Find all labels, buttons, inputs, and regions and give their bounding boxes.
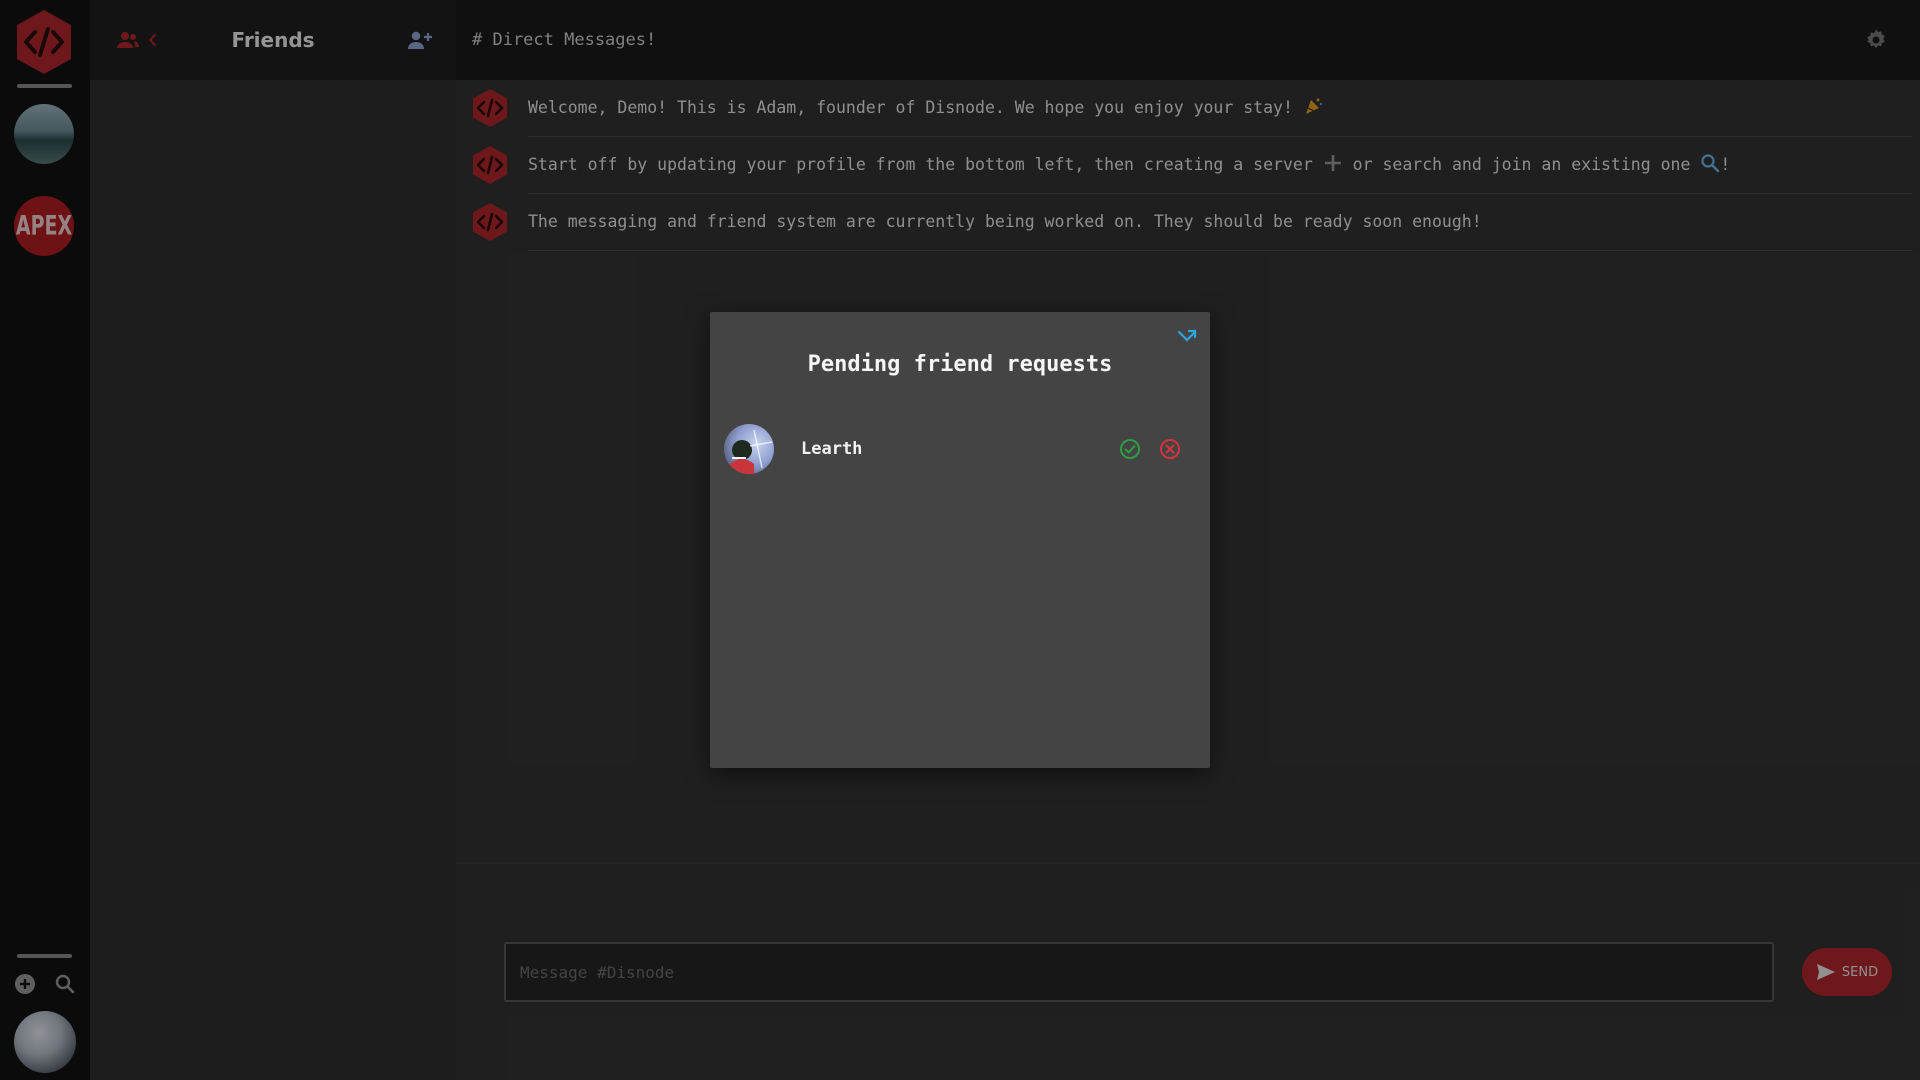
avatar-image [730,429,773,474]
request-avatar [724,424,774,474]
friend-request-row: Learth [724,424,1196,474]
pending-requests-modal: Pending friend requests Learth [710,312,1210,768]
modal-title: Pending friend requests [807,352,1113,377]
x-circle-icon[interactable] [1159,438,1181,460]
request-username: Learth [801,439,863,459]
collapse-arrow-icon[interactable] [1176,326,1198,348]
check-circle-icon[interactable] [1119,438,1141,460]
